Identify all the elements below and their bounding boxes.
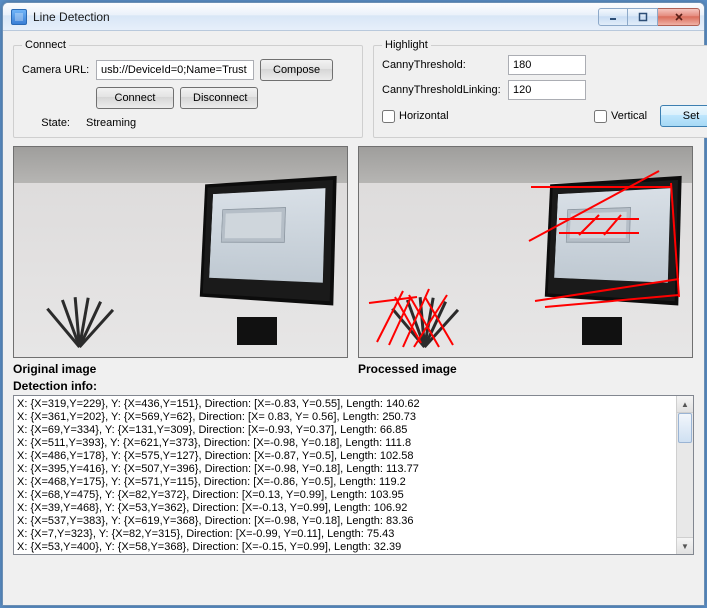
canny-link-label: CannyThresholdLinking: <box>382 84 502 96</box>
detection-line: X: {X=486,Y=178}, Y: {X=575,Y=127}, Dire… <box>17 450 673 463</box>
detection-info-label: Detection info: <box>13 379 694 393</box>
original-image <box>13 146 348 358</box>
camera-url-input[interactable] <box>96 60 254 80</box>
disconnect-button[interactable]: Disconnect <box>180 87 258 109</box>
compose-button[interactable]: Compose <box>260 59 333 81</box>
scroll-thumb[interactable] <box>678 413 692 443</box>
detected-lines-overlay <box>359 147 693 358</box>
horizontal-label: Horizontal <box>399 110 449 122</box>
minimize-button[interactable] <box>598 8 628 26</box>
detection-line: X: {X=69,Y=334}, Y: {X=131,Y=309}, Direc… <box>17 424 673 437</box>
detection-info-text[interactable]: X: {X=319,Y=229}, Y: {X=436,Y=151}, Dire… <box>14 396 676 554</box>
camera-url-label: Camera URL: <box>22 64 90 76</box>
client-area: Connect Camera URL: Compose Connect Disc… <box>3 31 704 605</box>
close-button[interactable] <box>658 8 700 26</box>
detection-line: X: {X=468,Y=175}, Y: {X=571,Y=115}, Dire… <box>17 476 673 489</box>
app-window: Line Detection Connect Camera URL: Compo… <box>2 2 705 606</box>
horizontal-checkbox-input[interactable] <box>382 110 395 123</box>
detection-line: X: {X=511,Y=393}, Y: {X=621,Y=373}, Dire… <box>17 437 673 450</box>
connect-group: Connect Camera URL: Compose Connect Disc… <box>13 39 363 138</box>
original-caption: Original image <box>13 362 348 376</box>
detection-info-box: X: {X=319,Y=229}, Y: {X=436,Y=151}, Dire… <box>13 395 694 555</box>
detection-line: X: {X=7,Y=323}, Y: {X=82,Y=315}, Directi… <box>17 528 673 541</box>
highlight-legend: Highlight <box>382 39 431 51</box>
detection-line: X: {X=361,Y=202}, Y: {X=569,Y=62}, Direc… <box>17 411 673 424</box>
maximize-icon <box>638 12 648 22</box>
canny-threshold-label: CannyThreshold: <box>382 59 502 71</box>
canny-link-input[interactable] <box>508 80 586 100</box>
horizontal-checkbox[interactable]: Horizontal <box>382 110 502 123</box>
connect-legend: Connect <box>22 39 69 51</box>
detection-line: X: {X=68,Y=475}, Y: {X=82,Y=372}, Direct… <box>17 489 673 502</box>
state-value: Streaming <box>86 117 136 129</box>
vertical-checkbox[interactable]: Vertical <box>594 110 654 123</box>
detection-line: X: {X=395,Y=416}, Y: {X=507,Y=396}, Dire… <box>17 463 673 476</box>
maximize-button[interactable] <box>628 8 658 26</box>
state-label: State: <box>22 117 80 129</box>
detection-line: X: {X=39,Y=468}, Y: {X=53,Y=362}, Direct… <box>17 502 673 515</box>
close-icon <box>674 12 684 22</box>
set-button[interactable]: Set <box>660 105 707 127</box>
highlight-group: Highlight CannyThreshold: CannyThreshold… <box>373 39 707 138</box>
scrollbar[interactable]: ▲ ▼ <box>676 396 693 554</box>
processed-image <box>358 146 693 358</box>
scroll-track[interactable] <box>677 413 693 537</box>
minimize-icon <box>608 12 618 22</box>
scroll-down-button[interactable]: ▼ <box>677 537 693 554</box>
app-icon <box>11 9 27 25</box>
detection-line: X: {X=537,Y=383}, Y: {X=619,Y=368}, Dire… <box>17 515 673 528</box>
vertical-label: Vertical <box>611 110 647 122</box>
window-title: Line Detection <box>33 10 110 24</box>
detection-line: X: {X=53,Y=400}, Y: {X=58,Y=368}, Direct… <box>17 541 673 554</box>
detection-line: X: {X=319,Y=229}, Y: {X=436,Y=151}, Dire… <box>17 398 673 411</box>
connect-button[interactable]: Connect <box>96 87 174 109</box>
vertical-checkbox-input[interactable] <box>594 110 607 123</box>
canny-threshold-input[interactable] <box>508 55 586 75</box>
scroll-up-button[interactable]: ▲ <box>677 396 693 413</box>
processed-caption: Processed image <box>358 362 693 376</box>
window-controls <box>598 8 700 26</box>
titlebar[interactable]: Line Detection <box>3 3 704 31</box>
